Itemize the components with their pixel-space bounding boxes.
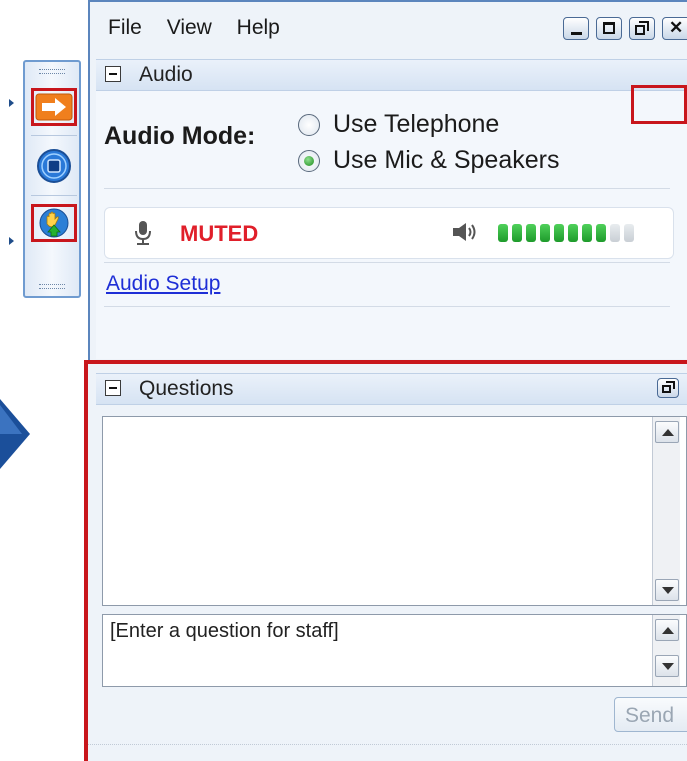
telephone-option-label[interactable]: Use Telephone — [333, 110, 499, 139]
restore-button[interactable] — [629, 17, 655, 40]
mic-speakers-option-label[interactable]: Use Mic & Speakers — [333, 146, 559, 175]
menu-view[interactable]: View — [167, 16, 212, 39]
menu-help[interactable]: Help — [237, 16, 280, 39]
collapse-icon[interactable] — [105, 66, 121, 82]
orange-arrow-icon — [35, 93, 73, 121]
volume-meter-segment — [554, 224, 564, 242]
volume-meter-segment — [624, 224, 634, 242]
highlight-box — [631, 85, 687, 124]
audio-section-header[interactable]: Audio — [96, 59, 687, 91]
audio-mode-label: Audio Mode: — [104, 122, 256, 150]
minimize-button[interactable] — [563, 17, 589, 40]
mini-toolbar — [23, 60, 81, 298]
raise-hand-button[interactable] — [31, 204, 77, 242]
volume-meter-segment — [568, 224, 578, 242]
menu-bar: File View Help — [108, 16, 299, 40]
volume-meter-segment — [582, 224, 592, 242]
pointer-arrow-icon — [9, 99, 14, 107]
volume-meter-segment — [596, 224, 606, 242]
microphone-icon[interactable] — [132, 219, 154, 247]
speaker-icon[interactable] — [451, 220, 481, 244]
close-icon: ✕ — [669, 18, 684, 37]
big-pointer-arrow-icon — [0, 399, 30, 469]
mic-speakers-radio[interactable] — [298, 150, 320, 172]
stop-icon — [37, 149, 71, 183]
raise-hand-icon — [39, 208, 69, 238]
audio-section-title: Audio — [139, 63, 193, 86]
pointer-arrow-icon — [9, 237, 14, 245]
toolbar-grip[interactable] — [39, 284, 65, 289]
menu-file[interactable]: File — [108, 16, 142, 39]
telephone-radio[interactable] — [298, 114, 320, 136]
audio-setup-link[interactable]: Audio Setup — [106, 272, 220, 296]
close-button[interactable]: ✕ — [662, 17, 687, 40]
maximize-icon — [603, 22, 615, 34]
volume-meter-segment — [526, 224, 536, 242]
volume-meter-segment — [610, 224, 620, 242]
maximize-button[interactable] — [596, 17, 622, 40]
questions-highlight-frame — [84, 360, 687, 761]
minimize-icon — [571, 32, 582, 35]
screen-button[interactable] — [31, 146, 77, 184]
volume-meter-segment — [498, 224, 508, 242]
mic-muted-status: MUTED — [180, 221, 259, 246]
show-hide-panel-button[interactable] — [31, 88, 77, 126]
toolbar-grip[interactable] — [39, 69, 65, 74]
volume-meter-segment — [512, 224, 522, 242]
volume-meter-segment — [540, 224, 550, 242]
